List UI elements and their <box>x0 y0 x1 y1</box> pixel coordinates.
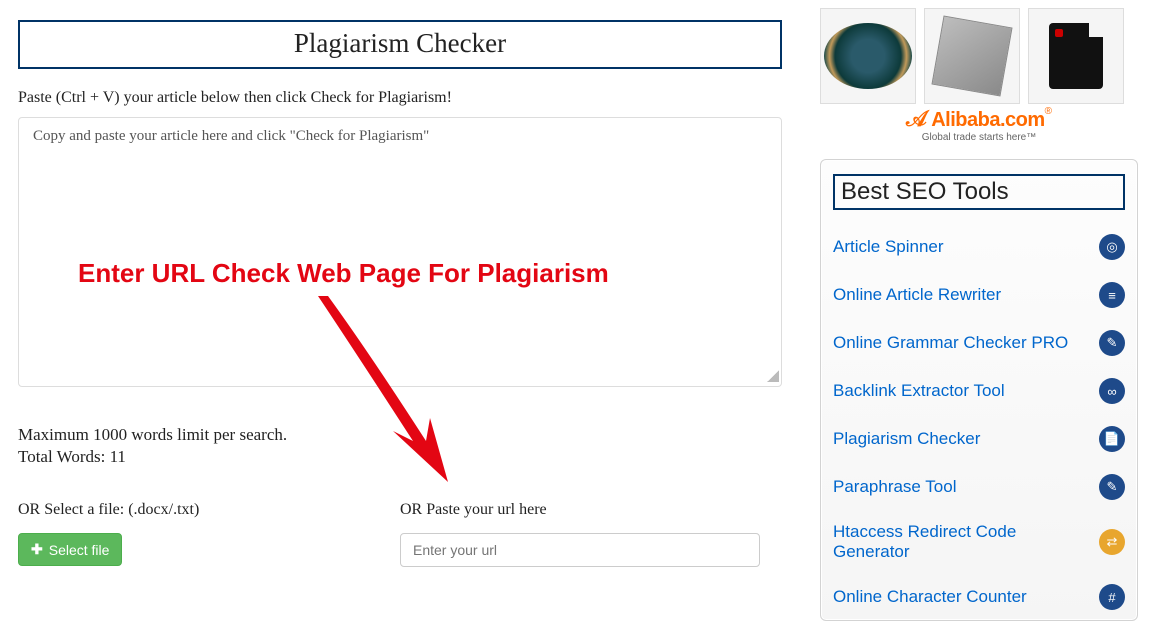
page-title: Plagiarism Checker <box>20 28 780 59</box>
tool-item-backlink-extractor[interactable]: Backlink Extractor Tool ∞ <box>833 368 1125 416</box>
tool-icon: 📄 <box>1099 426 1125 452</box>
select-file-button-label: Select file <box>49 542 110 558</box>
ad-product-1[interactable] <box>820 8 916 104</box>
url-paste-label: OR Paste your url here <box>400 501 782 519</box>
tool-link[interactable]: Backlink Extractor Tool <box>833 381 1005 401</box>
ad-product-row <box>820 8 1138 104</box>
tool-link[interactable]: Paraphrase Tool <box>833 477 957 497</box>
url-input[interactable] <box>400 533 760 567</box>
tool-item-article-spinner[interactable]: Article Spinner ◎ <box>833 224 1125 272</box>
tool-link[interactable]: Htaccess Redirect Code Generator <box>833 522 1073 562</box>
tool-link[interactable]: Online Grammar Checker PRO <box>833 333 1068 353</box>
tool-icon: ◎ <box>1099 234 1125 260</box>
instructions-text: Paste (Ctrl + V) your article below then… <box>18 89 782 107</box>
tool-icon: ⇄ <box>1099 529 1125 555</box>
tool-icon: ∞ <box>1099 378 1125 404</box>
annotation-text: Enter URL Check Web Page For Plagiarism <box>78 258 609 289</box>
alibaba-logo-text: Alibaba <box>931 109 1000 131</box>
tool-link[interactable]: Plagiarism Checker <box>833 429 980 449</box>
tool-icon: ≡ <box>1099 282 1125 308</box>
tool-link[interactable]: Article Spinner <box>833 237 944 257</box>
alibaba-tagline: Global trade starts here <box>922 132 1027 143</box>
tools-panel: Best SEO Tools Article Spinner ◎ Online … <box>820 159 1138 621</box>
sidebar: 𝒜 Alibaba.com® Global trade starts here™… <box>800 0 1150 621</box>
plus-icon: ✚ <box>31 541 43 558</box>
tool-link[interactable]: Online Character Counter <box>833 587 1027 607</box>
annotation-arrow-icon <box>298 296 478 486</box>
tool-item-htaccess-redirect[interactable]: Htaccess Redirect Code Generator ⇄ <box>833 512 1125 574</box>
file-select-label: OR Select a file: (.docx/.txt) <box>18 501 400 519</box>
tool-icon: ✎ <box>1099 474 1125 500</box>
select-file-button[interactable]: ✚ Select file <box>18 533 122 566</box>
tool-item-plagiarism-checker[interactable]: Plagiarism Checker 📄 <box>833 416 1125 464</box>
tools-panel-title: Best SEO Tools <box>833 174 1125 210</box>
tool-item-paraphrase-tool[interactable]: Paraphrase Tool ✎ <box>833 464 1125 512</box>
alibaba-logo[interactable]: 𝒜 Alibaba.com® Global trade starts here™ <box>820 106 1138 143</box>
tool-item-character-counter[interactable]: Online Character Counter # <box>833 574 1125 612</box>
main-content: Plagiarism Checker Paste (Ctrl + V) your… <box>0 0 800 621</box>
tool-icon: ✎ <box>1099 330 1125 356</box>
ad-product-3[interactable] <box>1028 8 1124 104</box>
tool-item-article-rewriter[interactable]: Online Article Rewriter ≡ <box>833 272 1125 320</box>
alibaba-logo-dotcom: .com <box>1000 109 1045 131</box>
cushion-icon <box>824 23 912 89</box>
tool-item-grammar-checker[interactable]: Online Grammar Checker PRO ✎ <box>833 320 1125 368</box>
tool-link[interactable]: Online Article Rewriter <box>833 285 1001 305</box>
sdcard-icon <box>1049 23 1103 89</box>
page-title-box: Plagiarism Checker <box>18 20 782 69</box>
ad-product-2[interactable] <box>924 8 1020 104</box>
chip-icon <box>931 15 1012 96</box>
textarea-resize-icon[interactable] <box>767 370 779 382</box>
tool-icon: # <box>1099 584 1125 610</box>
